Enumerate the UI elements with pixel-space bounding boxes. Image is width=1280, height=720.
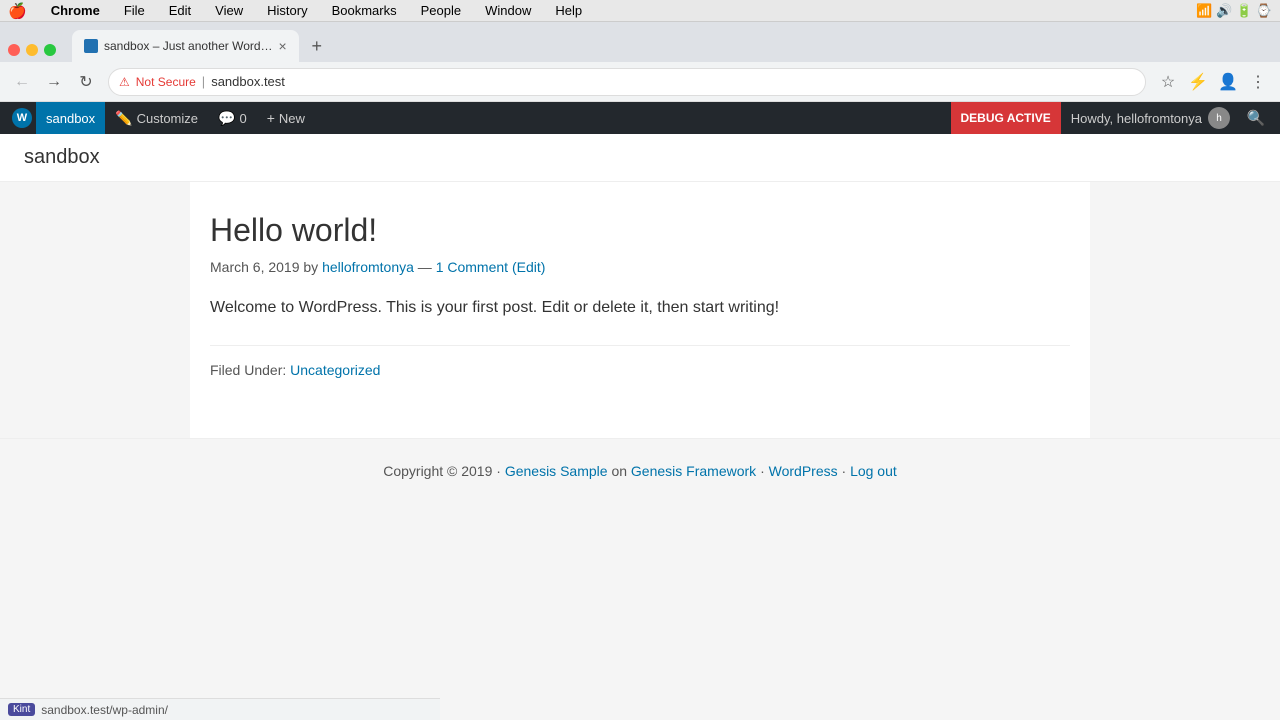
wp-admin-bar-right: DEBUG ACTIVE Howdy, hellofromtonya h 🔍 [951,102,1273,134]
post-dash: — [418,259,436,275]
wp-admin-new[interactable]: + New [257,102,315,134]
address-separator: | [202,74,205,89]
apple-menu[interactable]: 🍎 [8,2,27,20]
post-author: hellofromtonya [322,259,414,275]
profile-button[interactable]: 👤 [1214,68,1242,96]
howdy-text: Howdy, hellofromtonya [1071,111,1202,126]
debug-active-badge[interactable]: DEBUG ACTIVE [951,102,1061,134]
active-tab[interactable]: sandbox – Just another Word… × [72,30,299,62]
wp-admin-sandbox[interactable]: sandbox [36,102,105,134]
user-avatar: h [1208,107,1230,129]
chrome-menu[interactable]: Chrome [47,3,104,18]
view-menu[interactable]: View [211,3,247,18]
bookmark-button[interactable]: ☆ [1154,68,1182,96]
tab-favicon [84,39,98,53]
customize-label: Customize [137,111,198,126]
history-menu[interactable]: History [263,3,311,18]
post-title: Hello world! [210,212,1070,249]
footer-on: on [611,463,630,479]
not-secure-label: Not Secure [136,75,196,89]
tab-title: sandbox – Just another Word… [104,39,273,53]
footer-dot2: · [842,463,851,479]
status-bar: Kint sandbox.test/wp-admin/ [0,698,440,720]
address-bar[interactable]: ⚠ Not Secure | sandbox.test [108,68,1146,96]
post-edit: (Edit) [512,259,545,275]
post-date: March 6, 2019 [210,259,300,275]
debug-active-label: DEBUG ACTIVE [961,111,1051,125]
wp-admin-comments[interactable]: 💬 0 [208,102,257,134]
back-button[interactable]: ← [8,68,36,96]
edit-menu[interactable]: Edit [165,3,195,18]
new-label: New [279,111,305,126]
post-by: by [303,259,322,275]
post-edit-link[interactable]: (Edit) [512,259,545,275]
more-button[interactable]: ⋮ [1244,68,1272,96]
kint-badge: Kint [8,703,35,716]
main-content: Hello world! March 6, 2019 by hellofromt… [190,182,1090,438]
help-menu[interactable]: Help [551,3,586,18]
file-menu[interactable]: File [120,3,149,18]
post-content: Welcome to WordPress. This is your first… [210,295,1070,321]
genesis-sample-link[interactable]: Genesis Sample [505,463,612,479]
reload-button[interactable]: ↻ [72,68,100,96]
site-title: sandbox [24,146,1256,169]
bookmarks-menu[interactable]: Bookmarks [328,3,401,18]
post-comments: 1 Comment [436,259,508,275]
wp-search-button[interactable]: 🔍 [1240,102,1272,134]
window-maximize-button[interactable] [44,44,56,56]
post-divider [210,345,1070,346]
site-footer: Copyright © 2019 · Genesis Sample on Gen… [0,438,1280,503]
comments-label: 0 [239,111,246,126]
menubar-right-icons: 📶 🔊 🔋 ⌚ [1196,3,1272,19]
tab-close-button[interactable]: × [279,38,287,54]
people-menu[interactable]: People [417,3,465,18]
wordpress-label: WordPress [769,463,838,479]
page-wrapper: sandbox Hello world! March 6, 2019 by he… [0,134,1280,720]
wordpress-link[interactable]: WordPress [769,463,842,479]
post-comments-link[interactable]: 1 Comment [436,259,512,275]
url-text: sandbox.test [211,74,285,89]
post-author-link[interactable]: hellofromtonya [322,259,418,275]
post-category-link[interactable]: Uncategorized [290,362,380,378]
copyright-text: Copyright © 2019 · [383,463,501,479]
macos-menubar: 🍎 Chrome File Edit View History Bookmark… [0,0,1280,22]
wp-logo-circle: W [12,108,32,128]
post-footer: Filed Under: Uncategorized [210,362,1070,378]
wp-admin-bar: W sandbox ✏️ Customize 💬 0 + New DEBUG A… [0,102,1280,134]
window-menu[interactable]: Window [481,3,535,18]
wp-logo[interactable]: W [8,102,36,134]
logout-link[interactable]: Log out [850,463,897,479]
customize-icon: ✏️ [115,110,132,127]
status-url: sandbox.test/wp-admin/ [41,703,168,717]
sandbox-label: sandbox [46,111,95,126]
chrome-toolbar: ← → ↻ ⚠ Not Secure | sandbox.test ☆ ⚡ 👤 … [0,62,1280,102]
comments-icon: 💬 [218,110,235,127]
forward-button[interactable]: → [40,68,68,96]
menubar-icons: 📶 🔊 🔋 ⌚ [1196,3,1272,19]
footer-dot1: · [760,463,769,479]
wp-admin-customize[interactable]: ✏️ Customize [105,102,208,134]
new-tab-button[interactable]: + [303,32,331,60]
extension-button[interactable]: ⚡ [1184,68,1212,96]
not-secure-icon: ⚠ [119,75,130,89]
window-minimize-button[interactable] [26,44,38,56]
post-meta: March 6, 2019 by hellofromtonya — 1 Comm… [210,259,1070,275]
chrome-titlebar: sandbox – Just another Word… × + [0,22,1280,62]
toolbar-right: ☆ ⚡ 👤 ⋮ [1154,68,1272,96]
logout-label: Log out [850,463,897,479]
howdy-item[interactable]: Howdy, hellofromtonya h [1061,102,1240,134]
post-category: Uncategorized [290,362,380,378]
site-header: sandbox [0,134,1280,182]
genesis-framework-link[interactable]: Genesis Framework [631,463,760,479]
new-icon: + [267,110,275,126]
genesis-framework-label: Genesis Framework [631,463,756,479]
filed-under-label: Filed Under: [210,362,286,378]
window-close-button[interactable] [8,44,20,56]
genesis-sample-label: Genesis Sample [505,463,608,479]
